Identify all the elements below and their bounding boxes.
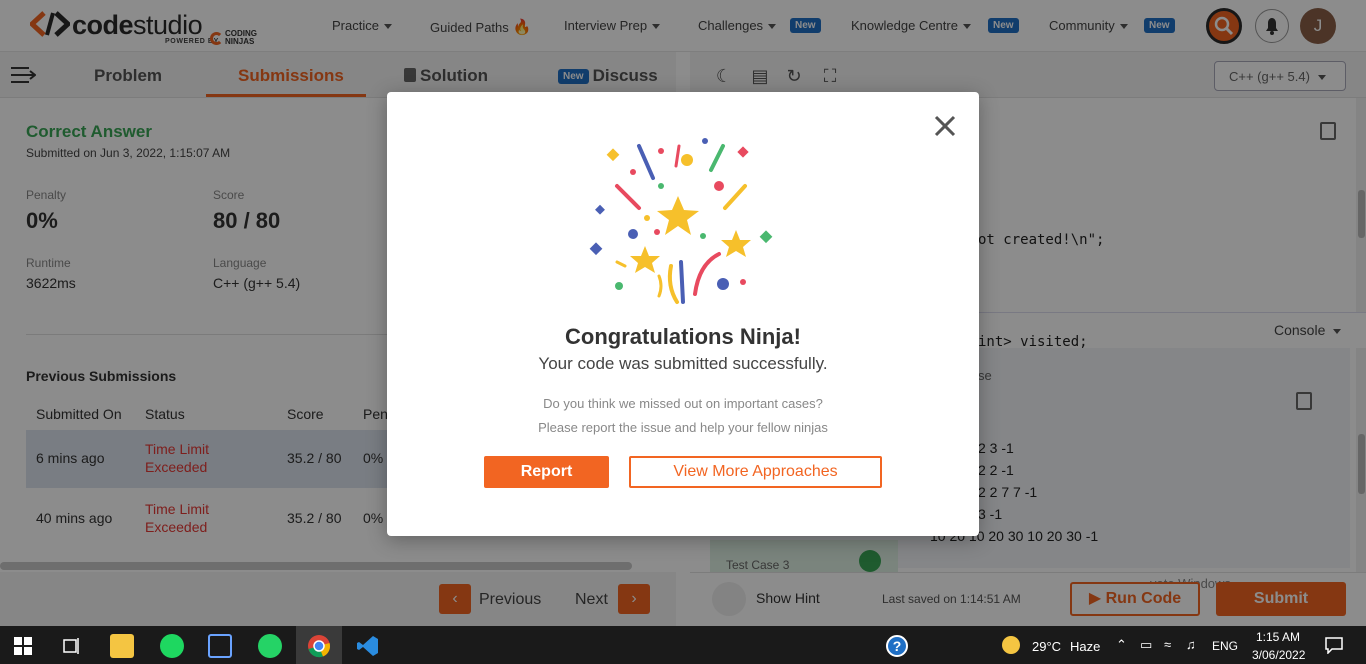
celebration-confetti-icon — [589, 138, 773, 304]
dialog-question: Do you think we missed out on important … — [543, 396, 823, 411]
whatsapp-icon[interactable] — [258, 634, 282, 658]
weather-icon — [1002, 636, 1020, 654]
spotify-icon[interactable] — [160, 634, 184, 658]
input-language[interactable]: ENG — [1212, 639, 1238, 653]
vscode-icon[interactable] — [356, 634, 380, 658]
success-dialog: Congratulations Ninja! Your code was sub… — [387, 92, 979, 536]
close-icon[interactable] — [931, 112, 959, 140]
windows-taskbar — [0, 626, 1366, 664]
battery-icon[interactable]: ▭ — [1140, 637, 1152, 653]
dialog-title: Congratulations Ninja! — [565, 324, 801, 349]
notification-center-icon[interactable] — [1324, 636, 1344, 654]
windows-start-icon[interactable] — [14, 637, 32, 655]
file-explorer-icon[interactable] — [110, 634, 134, 658]
weather-desc: Haze — [1070, 639, 1101, 654]
task-view-icon[interactable] — [62, 636, 82, 656]
tray-expand-icon[interactable]: ⌃ — [1116, 637, 1127, 653]
wifi-icon[interactable]: ≈ — [1164, 637, 1171, 652]
help-icon[interactable]: ? — [886, 635, 908, 657]
weather-temp: 29°C — [1032, 639, 1062, 654]
clock-time[interactable]: 1:15 AM — [1256, 630, 1300, 644]
clock-date[interactable]: 3/06/2022 — [1252, 648, 1305, 662]
dialog-prompt: Please report the issue and help your fe… — [538, 420, 828, 435]
dialog-subtitle: Your code was submitted successfully. — [538, 354, 828, 373]
report-button[interactable]: Report — [484, 456, 609, 488]
virtualbox-icon[interactable] — [208, 634, 232, 658]
volume-icon[interactable]: ♫ — [1186, 637, 1196, 652]
view-approaches-button[interactable]: View More Approaches — [629, 456, 882, 488]
chrome-icon[interactable] — [307, 634, 331, 658]
